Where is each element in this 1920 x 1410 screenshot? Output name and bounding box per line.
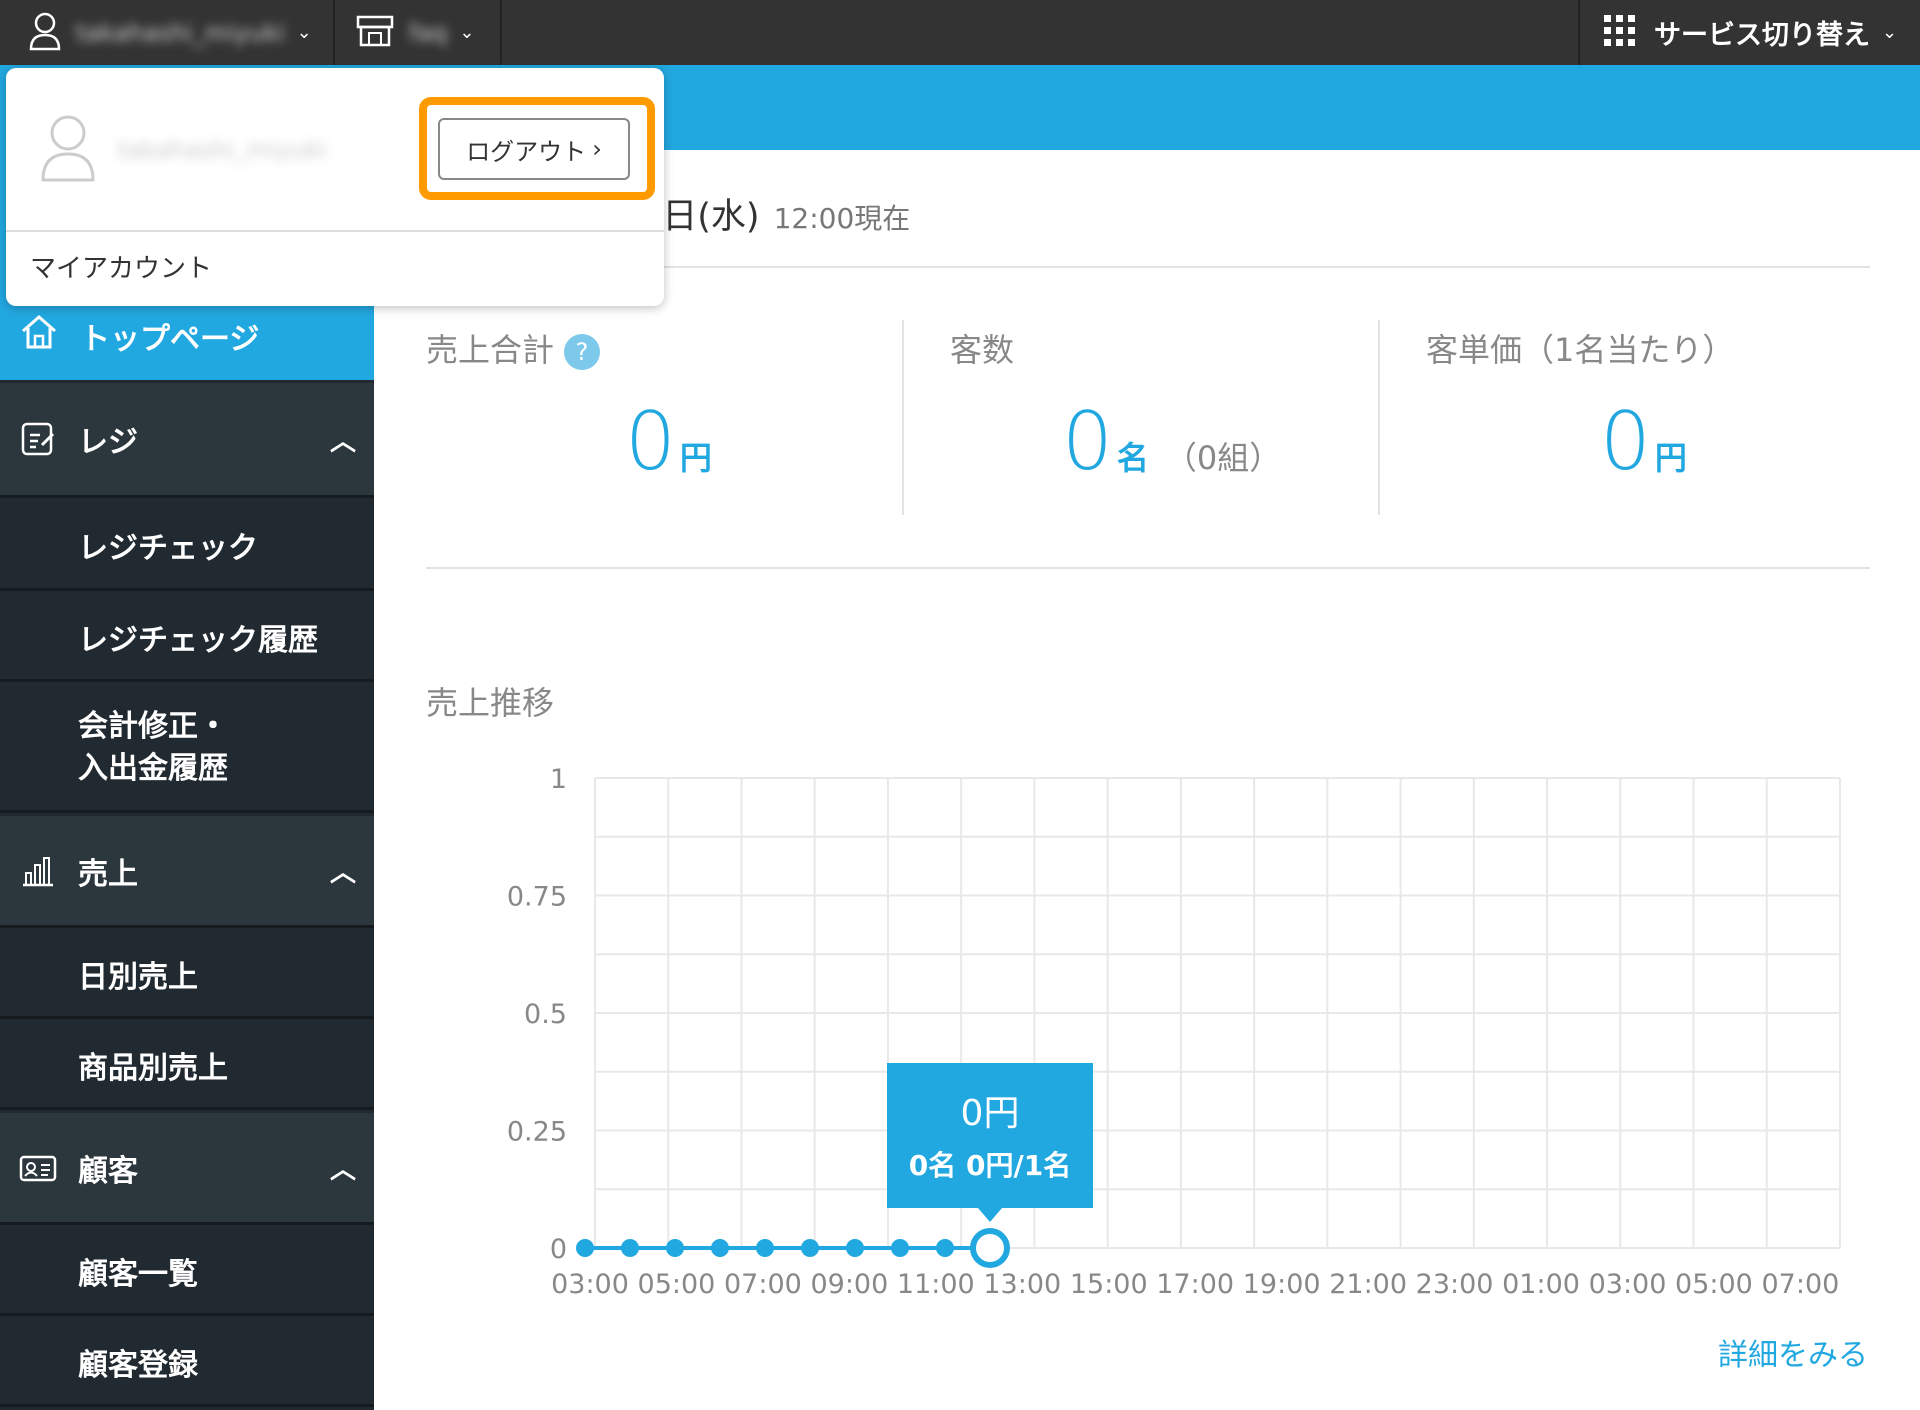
divider: [902, 320, 904, 515]
data-point: [936, 1239, 954, 1257]
sidebar-item-register-check[interactable]: レジチェック: [0, 501, 374, 591]
sidebar-item-customer-register[interactable]: 顧客登録: [0, 1319, 374, 1407]
register-icon: [18, 419, 58, 459]
stat-label-customers: 客数: [950, 331, 1015, 369]
data-point: [711, 1239, 729, 1257]
sidebar-item-label: 顧客登録: [78, 1347, 198, 1383]
store-icon: [355, 14, 395, 52]
chevron-up-icon: ︿: [329, 858, 356, 888]
user-menu-button[interactable]: takahashi_miyuki ⌄: [0, 0, 335, 65]
data-point-active: [970, 1228, 1010, 1268]
data-point: [891, 1239, 909, 1257]
x-tick-label: 07:00: [1762, 1269, 1840, 1300]
divider: [1378, 320, 1380, 515]
x-tick-label: 19:00: [1243, 1269, 1321, 1300]
chevron-down-icon: ⌄: [459, 22, 475, 43]
x-tick-label: 17:00: [1156, 1269, 1234, 1300]
stat-value-per-customer: 0円: [1600, 395, 1687, 488]
tooltip-arrow: [978, 1208, 1002, 1222]
user-name: takahashi_miyuki: [76, 18, 285, 47]
sidebar-item-label: レジチェック: [78, 530, 258, 566]
store-menu-button[interactable]: faq ⌄: [337, 0, 502, 65]
stat-label-per-customer: 客単価（1名当たり）: [1426, 331, 1735, 369]
chevron-down-icon: ⌄: [1882, 22, 1898, 43]
popup-user-name: takahashi_miyuki: [118, 136, 327, 164]
sidebar-section-label: レジ: [78, 425, 138, 460]
x-tick-label: 05:00: [1675, 1269, 1753, 1300]
store-name: faq: [409, 18, 448, 47]
y-tick-label: 0: [550, 1234, 567, 1265]
x-tick-label: 01:00: [1502, 1269, 1580, 1300]
x-tick-label: 03:00: [551, 1269, 629, 1300]
page-date: 5日(水) 12:00現在: [640, 188, 910, 239]
sidebar-section-register[interactable]: レジ ︿: [0, 383, 374, 498]
sales-chart: 1 0.75 0.5 0.25 0 03:00 05:00 07:00 09:00 11:00 13…: [507, 764, 1841, 1300]
sidebar-item-register-check-history[interactable]: レジチェック履歴: [0, 594, 374, 682]
x-tick-label: 03:00: [1589, 1269, 1667, 1300]
view-details-link[interactable]: 詳細をみる: [1718, 1330, 1868, 1374]
service-switch-label: サービス切り替え: [1654, 20, 1870, 51]
data-point: [621, 1239, 639, 1257]
sidebar-item-label: トップページ: [80, 322, 260, 357]
chart-title: 売上推移: [426, 684, 555, 722]
sidebar-item-label: 会計修正・ 入出金履歴: [78, 708, 228, 786]
data-point: [801, 1239, 819, 1257]
bar-chart-icon: [18, 851, 58, 891]
service-switch-button[interactable]: サービス切り替え ⌄: [1578, 0, 1920, 65]
my-account-link[interactable]: マイアカウント: [30, 248, 212, 285]
grid-icon: [1602, 13, 1638, 53]
tooltip-line2: 0名 0円/1名: [909, 1149, 1071, 1182]
help-icon[interactable]: ?: [564, 334, 601, 370]
user-dropdown-popup: takahashi_miyuki ログアウト › マイアカウント: [6, 68, 664, 306]
chevron-up-icon: ︿: [329, 1155, 356, 1185]
divider: [426, 567, 1870, 569]
sidebar-item-product-sales[interactable]: 商品別売上: [0, 1022, 374, 1110]
data-point: [576, 1239, 594, 1257]
sidebar-item-customer-list[interactable]: 顧客一覧: [0, 1228, 374, 1316]
id-card-icon: [18, 1148, 58, 1188]
sidebar-item-label: 商品別売上: [78, 1050, 228, 1086]
data-point: [756, 1239, 774, 1257]
sidebar-item-label: レジチェック履歴: [78, 622, 318, 658]
sidebar-item-label: 顧客一覧: [78, 1256, 198, 1292]
sidebar-item-payment-history[interactable]: 会計修正・ 入出金履歴: [0, 685, 374, 813]
avatar: [40, 112, 96, 186]
sidebar-section-label: 売上: [78, 856, 138, 892]
stat-value-total-sales: 0円: [625, 395, 712, 488]
data-point: [666, 1239, 684, 1257]
sidebar-item-daily-sales[interactable]: 日別売上: [0, 931, 374, 1019]
y-tick-label: 0.5: [524, 999, 567, 1030]
divider: [6, 230, 664, 232]
x-tick-label: 07:00: [724, 1269, 802, 1300]
sidebar-section-label: 顧客: [78, 1153, 138, 1189]
home-icon: [20, 314, 58, 358]
x-tick-label: 21:00: [1329, 1269, 1407, 1300]
sidebar-section-customers[interactable]: 顧客 ︿: [0, 1113, 374, 1225]
stat-label-total-sales: 売上合計?: [426, 325, 601, 371]
tooltip-box: [887, 1063, 1093, 1208]
data-point: [846, 1239, 864, 1257]
sidebar-section-sales[interactable]: 売上 ︿: [0, 816, 374, 928]
user-icon: [28, 11, 62, 55]
stat-value-customers: 0 名（0組）: [1062, 395, 1282, 488]
chevron-up-icon: ︿: [329, 426, 356, 457]
logout-label: ログアウト: [466, 137, 587, 166]
top-bar: takahashi_miyuki ⌄ faq ⌄ サービス切り替え ⌄: [0, 0, 1920, 65]
x-tick-label: 23:00: [1416, 1269, 1494, 1300]
y-tick-label: 0.75: [507, 882, 567, 913]
x-tick-label: 09:00: [810, 1269, 888, 1300]
y-tick-label: 0.25: [507, 1117, 567, 1148]
chevron-right-icon: ›: [592, 135, 602, 163]
y-tick-label: 1: [550, 764, 567, 795]
x-tick-label: 05:00: [638, 1269, 716, 1300]
x-tick-label: 11:00: [897, 1269, 975, 1300]
as-of-time: 12:00現在: [773, 202, 911, 235]
sidebar-item-label: 日別売上: [78, 959, 198, 995]
tooltip-line1: 0円: [961, 1093, 1020, 1134]
x-tick-label: 15:00: [1070, 1269, 1148, 1300]
logout-button[interactable]: ログアウト ›: [438, 118, 630, 180]
chevron-down-icon: ⌄: [296, 22, 312, 43]
x-tick-label: 13:00: [983, 1269, 1061, 1300]
